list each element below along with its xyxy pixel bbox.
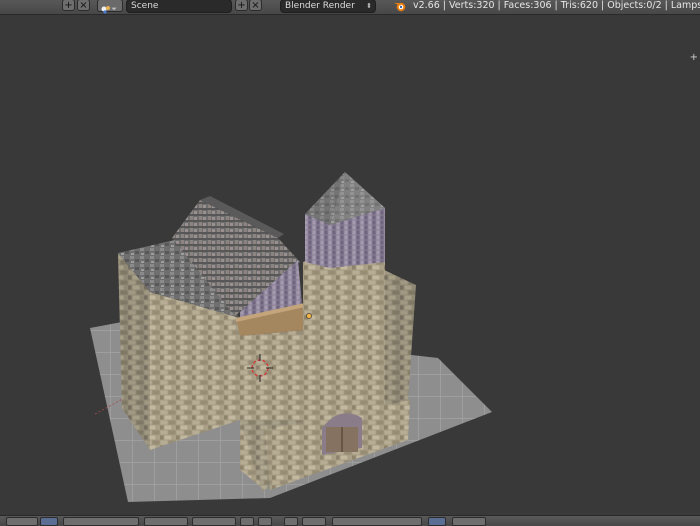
- updown-arrows-icon: ⬍: [366, 2, 372, 10]
- scene-name-field[interactable]: Scene: [126, 0, 232, 13]
- scene-add-button[interactable]: +: [235, 0, 248, 11]
- viewport-header: [0, 515, 700, 526]
- scene-remove-button[interactable]: ×: [249, 0, 262, 11]
- info-header: + × Scene + × Blender Render ⬍ v2.66 | V…: [0, 0, 700, 15]
- scene-stats: v2.66 | Verts:320 | Faces:306 | Tris:620…: [413, 0, 700, 11]
- blender-logo-icon: [394, 2, 406, 12]
- render-engine-select[interactable]: Blender Render ⬍: [280, 0, 376, 13]
- 3d-viewport[interactable]: +: [0, 15, 700, 515]
- scene-name: Scene: [131, 1, 159, 11]
- lamp-origin[interactable]: [306, 313, 312, 319]
- plus-icon[interactable]: +: [62, 0, 75, 11]
- close-icon[interactable]: ×: [77, 0, 90, 11]
- scene-icon[interactable]: [97, 0, 123, 14]
- render-engine-label: Blender Render: [285, 1, 355, 11]
